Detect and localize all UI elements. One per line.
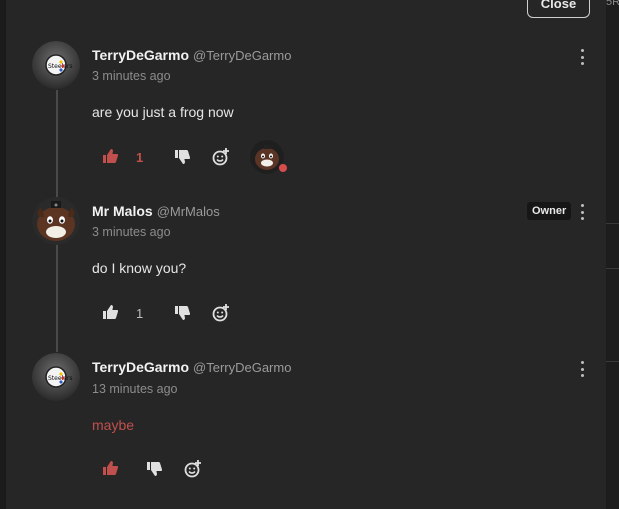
author-handle[interactable]: @TerryDeGarmo	[193, 360, 291, 375]
dislike-icon[interactable]	[146, 461, 163, 482]
more-options-icon[interactable]	[577, 361, 587, 377]
avatar[interactable]: Steelers	[32, 353, 80, 401]
like-icon[interactable]	[102, 460, 119, 481]
background-page-strip	[606, 0, 619, 509]
author-handle[interactable]: @MrMalos	[157, 204, 220, 219]
more-options-icon[interactable]	[577, 204, 587, 220]
author-name[interactable]: TerryDeGarmo	[92, 47, 189, 63]
author-name[interactable]: TerryDeGarmo	[92, 359, 189, 375]
comment-text: do I know you?	[92, 260, 187, 276]
avatar[interactable]: Steelers	[32, 41, 80, 89]
like-icon[interactable]	[102, 304, 119, 325]
comment-author-line: TerryDeGarmo @TerryDeGarmo	[92, 359, 291, 375]
add-reaction-icon[interactable]	[184, 460, 202, 483]
like-icon[interactable]	[102, 148, 119, 169]
owner-badge: Owner	[527, 202, 572, 220]
add-reaction-icon[interactable]	[212, 304, 230, 327]
comment-timestamp[interactable]: 3 minutes ago	[92, 225, 171, 239]
dislike-icon[interactable]	[174, 149, 191, 170]
dislike-icon[interactable]	[174, 305, 191, 326]
author-handle[interactable]: @TerryDeGarmo	[193, 48, 291, 63]
comment-text: maybe	[92, 417, 135, 433]
avatar[interactable]	[32, 197, 80, 245]
mr-malos-face-icon	[32, 197, 80, 245]
reaction-status-dot	[278, 163, 288, 173]
background-page-text: 5R	[606, 0, 619, 8]
comment-text: are you just a frog now	[92, 104, 234, 120]
like-count: 1	[136, 306, 144, 321]
comments-dialog: Close Steelers TerryDeGarmo @TerryDeGarmo…	[6, 0, 606, 509]
steelers-logo-icon: Steelers	[32, 353, 80, 401]
more-options-icon[interactable]	[577, 49, 587, 65]
close-button[interactable]: Close	[527, 0, 590, 18]
like-count: 1	[136, 150, 144, 165]
steelers-logo-icon: Steelers	[32, 41, 80, 89]
add-reaction-icon[interactable]	[212, 148, 230, 171]
author-name[interactable]: Mr Malos	[92, 203, 153, 219]
comment-timestamp[interactable]: 3 minutes ago	[92, 69, 171, 83]
comment-author-line: TerryDeGarmo @TerryDeGarmo	[92, 47, 291, 63]
comment-timestamp[interactable]: 13 minutes ago	[92, 382, 177, 396]
comment-author-line: Mr Malos @MrMalos	[92, 203, 220, 219]
